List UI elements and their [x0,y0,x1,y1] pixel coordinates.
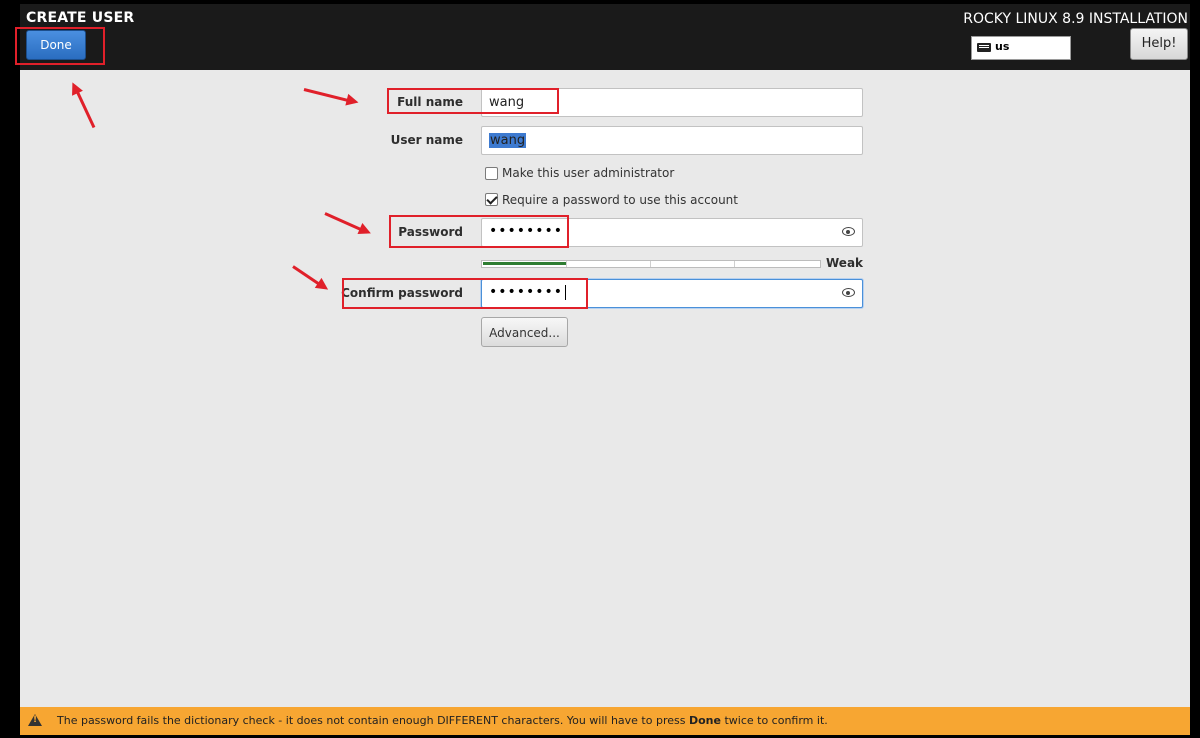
user-name-value: wang [489,133,527,148]
keyboard-layout-indicator[interactable]: us [971,36,1071,60]
warning-text-emphasis: Done [688,714,721,727]
eye-icon[interactable] [842,227,855,236]
product-title: ROCKY LINUX 8.9 INSTALLATION [963,11,1188,27]
user-name-field[interactable]: wang [481,126,863,155]
keyboard-layout-label: us [995,40,1010,53]
help-button[interactable]: Help! [1130,28,1188,60]
strength-divider [650,261,651,267]
user-name-label: User name [390,133,463,147]
password-strength-fill [483,262,567,265]
strength-divider [566,261,567,267]
annotation-box-full-name [387,88,559,114]
require-password-label[interactable]: Require a password to use this account [502,193,738,207]
annotation-box-password [389,215,569,248]
annotation-box-done [15,27,105,65]
warning-icon [28,714,42,726]
warning-text-end: twice to confirm it. [724,714,828,727]
admin-checkbox[interactable] [485,167,498,180]
status-warning-bar: The password fails the dictionary check … [20,707,1190,735]
password-strength-label: Weak [826,256,864,270]
advanced-button[interactable]: Advanced... [481,317,568,347]
require-password-checkbox[interactable] [485,193,498,206]
create-user-form: Full name wang User name wang Make this … [20,70,1190,707]
installer-window: CREATE USER Done ROCKY LINUX 8.9 INSTALL… [0,0,1200,738]
eye-icon[interactable] [842,288,855,297]
page-title: CREATE USER [26,10,135,26]
strength-divider [734,261,735,267]
password-strength-bar [481,260,821,268]
keyboard-icon [977,43,991,52]
header-bar: CREATE USER Done ROCKY LINUX 8.9 INSTALL… [20,4,1190,70]
annotation-box-confirm-password [342,278,588,309]
warning-text-start: The password fails the dictionary check … [57,714,686,727]
admin-checkbox-label[interactable]: Make this user administrator [502,166,674,180]
warning-message: The password fails the dictionary check … [57,714,828,727]
